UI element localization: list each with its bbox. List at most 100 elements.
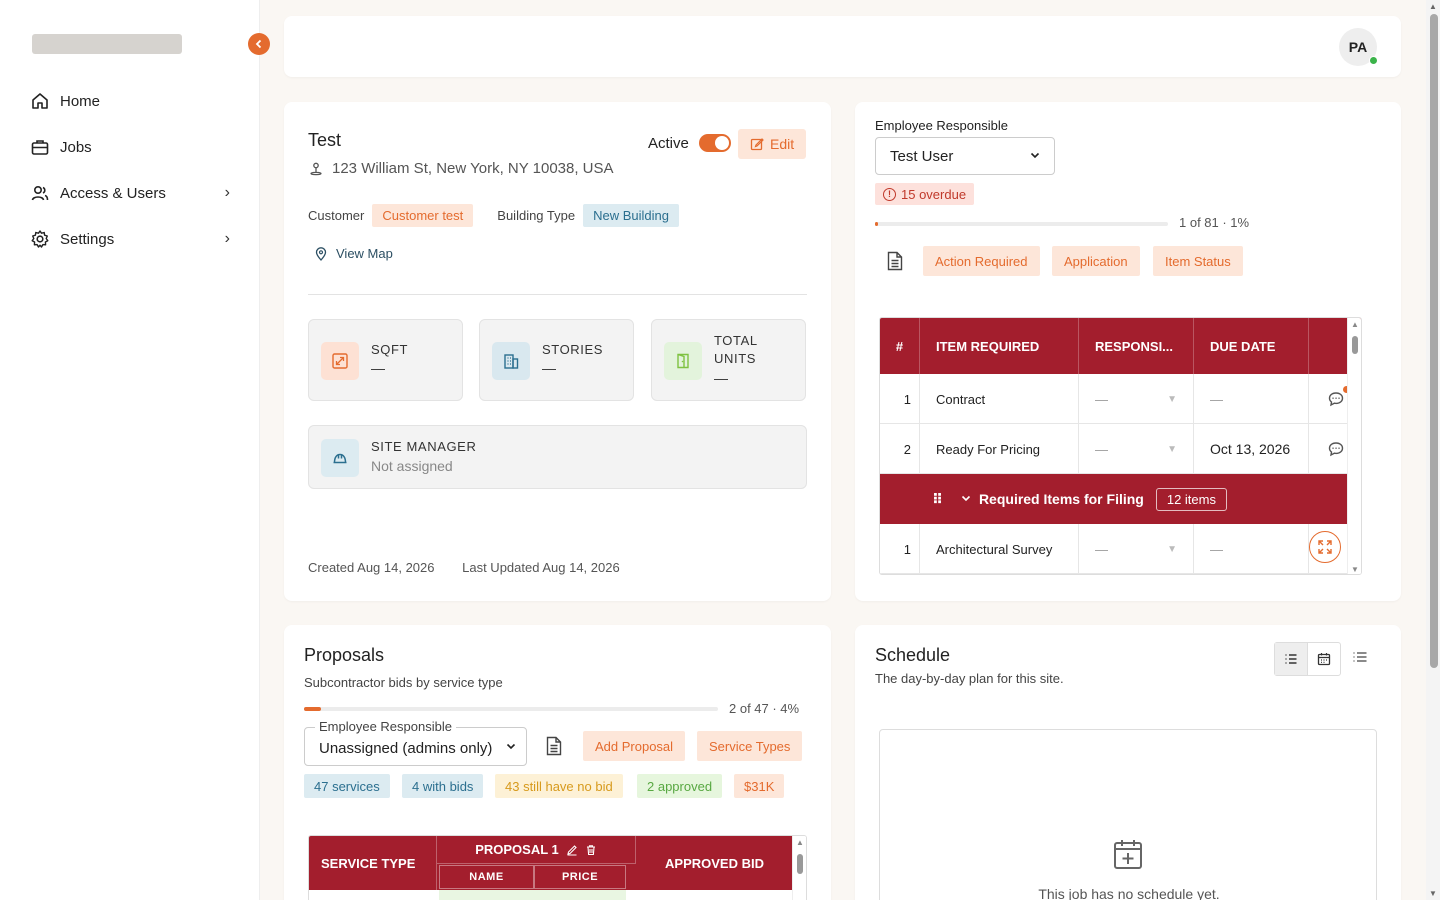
scroll-down-icon[interactable]: ▼ (1351, 565, 1359, 574)
stat-sqft: SQFT — (308, 319, 463, 401)
row-item: Ready For Pricing (920, 424, 1079, 474)
proposals-employee-select[interactable]: Employee Responsible Unassigned (admins … (304, 719, 527, 766)
responsible-select[interactable]: — ▼ (1079, 524, 1194, 574)
with-bids-chip[interactable]: 4 with bids (402, 774, 484, 798)
total-value-chip[interactable]: $31K (734, 774, 785, 798)
scroll-thumb[interactable] (1430, 14, 1438, 668)
helmet-icon (321, 439, 359, 477)
active-label: Active (648, 134, 689, 152)
outline-list-icon[interactable] (1352, 650, 1368, 664)
sidebar-item-home[interactable]: Home (30, 86, 230, 116)
job-meta-row: Customer Customer test Building Type New… (308, 204, 703, 227)
trash-icon[interactable] (585, 844, 597, 856)
column-header-service-type[interactable]: SERVICE TYPE (309, 836, 437, 890)
action-required-chip[interactable]: Action Required (923, 246, 1040, 276)
overdue-badge[interactable]: ! 15 overdue (875, 183, 975, 205)
scroll-up-icon[interactable]: ▲ (1429, 2, 1437, 11)
table-row[interactable]: 1 Contract — ▼ — (880, 374, 1361, 424)
no-bid-chip[interactable]: 43 still have no bid (495, 774, 623, 798)
expand-table-button[interactable] (1309, 531, 1341, 563)
row-number: 1 (880, 374, 920, 424)
alert-icon: ! (883, 187, 896, 201)
user-avatar[interactable]: PA (1339, 28, 1378, 66)
view-map-link[interactable]: View Map (314, 246, 393, 261)
column-header-approved-bid[interactable]: APPROVED BID (636, 836, 793, 890)
filing-progress-text: 1 of 81 · 1% (1179, 215, 1250, 230)
stat-label: SQFT (371, 342, 409, 357)
site-manager-panel[interactable]: SITE MANAGER Not assigned (308, 425, 807, 489)
calendar-icon (1317, 653, 1331, 666)
service-types-button[interactable]: Service Types (697, 731, 803, 761)
group-row-required-filing[interactable]: ⠿ Required Items for Filing 12 items (880, 474, 1361, 524)
edit-icon[interactable] (566, 844, 578, 856)
document-icon[interactable] (884, 250, 906, 272)
edit-icon (750, 138, 764, 151)
responsible-select[interactable]: — ▼ (1079, 374, 1194, 424)
scroll-down-icon[interactable]: ▼ (1429, 889, 1437, 898)
home-icon (32, 93, 48, 109)
gear-icon (31, 230, 49, 248)
sidebar-item-label: Settings (60, 230, 115, 248)
proposals-table: SERVICE TYPE PROPOSAL 1 NAME PRICE APPRO… (308, 835, 807, 900)
customer-tag[interactable]: Customer test (372, 204, 474, 227)
map-pin-icon (315, 246, 327, 261)
application-chip[interactable]: Application (1052, 246, 1140, 276)
empty-message: This job has no schedule yet. (1038, 886, 1220, 900)
list-view-button[interactable] (1275, 643, 1308, 675)
building-icon (492, 342, 530, 380)
responsible-select[interactable]: — ▼ (1079, 424, 1194, 474)
schedule-empty-state: This job has no schedule yet. (879, 729, 1377, 900)
customer-label: Customer (308, 208, 365, 223)
chevron-left-icon (255, 39, 262, 49)
job-dates: Created Aug 14, 2026 Last Updated Aug 14… (308, 560, 620, 575)
sidebar-item-jobs[interactable]: Jobs (30, 132, 230, 162)
item-status-chip[interactable]: Item Status (1153, 246, 1243, 276)
proposals-card: Proposals Subcontractor bids by service … (284, 625, 831, 900)
active-toggle[interactable] (698, 134, 731, 152)
chevron-down-icon: ▼ (1167, 393, 1177, 405)
table-row[interactable] (309, 890, 793, 900)
column-header-name[interactable]: NAME (439, 865, 534, 889)
filing-progress-bar (875, 222, 1168, 226)
scroll-up-icon[interactable]: ▲ (796, 838, 804, 847)
services-count-chip[interactable]: 47 services (304, 774, 390, 798)
responsible-value: — (1095, 391, 1108, 407)
proposal-label: PROPOSAL 1 (475, 842, 559, 857)
employee-responsible-select[interactable]: Test User (875, 137, 1055, 175)
approved-chip[interactable]: 2 approved (637, 774, 723, 798)
column-header-proposal[interactable]: PROPOSAL 1 (437, 836, 636, 864)
schedule-card: Schedule The day-by-day plan for this si… (855, 625, 1401, 900)
drag-handle-icon[interactable]: ⠿ (932, 491, 943, 508)
calendar-view-button[interactable] (1308, 643, 1340, 675)
sidebar-item-settings[interactable]: Settings › (30, 224, 230, 254)
add-proposal-button[interactable]: Add Proposal (583, 731, 686, 761)
group-label: Required Items for Filing (978, 491, 1144, 507)
responsible-value: — (1095, 441, 1108, 457)
column-header-due-date[interactable]: DUE DATE (1194, 318, 1309, 374)
document-icon[interactable] (543, 735, 565, 757)
chevron-down-icon[interactable] (961, 493, 971, 506)
building-type-label: Building Type (497, 208, 576, 223)
list-icon (1285, 654, 1297, 664)
table-row[interactable]: 2 Ready For Pricing — ▼ Oct 13, 2026 (880, 424, 1361, 474)
stat-value: — (542, 360, 556, 376)
scroll-thumb[interactable] (797, 854, 803, 874)
scroll-up-icon[interactable]: ▲ (1351, 320, 1359, 329)
page-scrollbar[interactable]: ▲ ▼ (1426, 0, 1440, 900)
column-header-responsible[interactable]: RESPONSI... (1079, 318, 1194, 374)
scroll-thumb[interactable] (1352, 336, 1358, 354)
table-scrollbar[interactable]: ▲ (792, 836, 806, 900)
table-scrollbar[interactable]: ▲ ▼ (1347, 318, 1361, 574)
sidebar-item-access-users[interactable]: Access & Users › (30, 178, 230, 208)
proposal-cell (439, 890, 626, 900)
collapse-sidebar-button[interactable] (248, 33, 270, 55)
table-row[interactable]: 1 Architectural Survey — ▼ — (880, 524, 1361, 574)
employee-select-value: Test User (890, 147, 954, 165)
column-header-item[interactable]: ITEM REQUIRED (920, 318, 1079, 374)
edit-button[interactable]: Edit (738, 129, 807, 159)
chevron-right-icon: › (224, 184, 230, 201)
group-count-badge: 12 items (1155, 487, 1227, 511)
column-header-price[interactable]: PRICE (534, 865, 626, 889)
progress-fill (304, 707, 321, 711)
chevron-down-icon: ▼ (1167, 443, 1177, 455)
